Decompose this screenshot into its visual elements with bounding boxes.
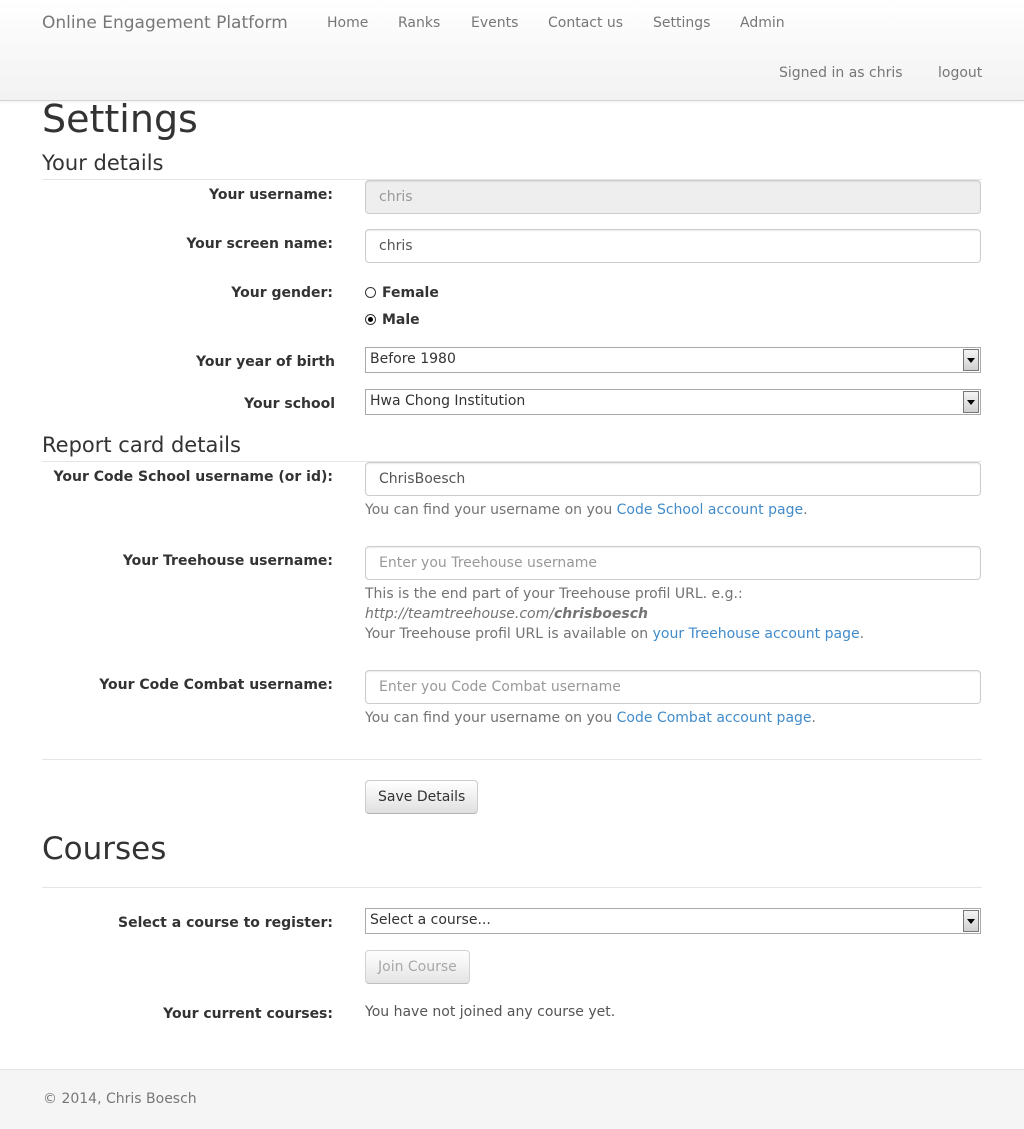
school-value: Hwa Chong Institution <box>370 393 526 409</box>
navbar: Online Engagement Platform Home Ranks Ev… <box>0 0 1024 101</box>
codecombat-help: You can find your username on you Code C… <box>365 708 816 728</box>
radio-male[interactable] <box>365 314 376 325</box>
nav-ranks[interactable]: Ranks <box>398 15 440 31</box>
gender-label: Your gender: <box>231 285 333 301</box>
year-of-birth-select[interactable]: Before 1980 <box>365 347 981 373</box>
courses-heading: Courses <box>42 831 167 867</box>
gender-option-female[interactable]: Female <box>365 285 439 301</box>
username-label: Your username: <box>208 187 333 203</box>
page-title: Settings <box>42 97 198 141</box>
report-card-heading: Report card details <box>42 433 241 457</box>
radio-female[interactable] <box>365 287 376 298</box>
footer: © 2014, Chris Boesch <box>0 1069 1024 1129</box>
help-text: You can find your username on you <box>365 710 617 726</box>
treehouse-help-url: http://teamtreehouse.com/chrisboesch <box>365 604 648 624</box>
codecombat-label: Your Code Combat username: <box>99 677 333 693</box>
treehouse-help-line3: Your Treehouse profil URL is available o… <box>365 624 864 644</box>
treehouse-url-base: http://teamtreehouse.com/ <box>365 606 554 622</box>
signed-in-text: Signed in as chris <box>779 65 903 81</box>
chevron-down-icon[interactable] <box>963 910 979 932</box>
save-details-button[interactable]: Save Details <box>365 780 479 814</box>
gender-female-label: Female <box>382 285 439 301</box>
username-input <box>365 180 981 214</box>
brand-link[interactable]: Online Engagement Platform <box>42 13 288 33</box>
codeschool-account-link[interactable]: Code School account page <box>617 502 803 518</box>
codeschool-label: Your Code School username (or id): <box>53 469 333 485</box>
course-select-label: Select a course to register: <box>118 915 333 931</box>
year-of-birth-value: Before 1980 <box>370 351 456 367</box>
help-text: . <box>859 626 865 642</box>
section-divider <box>42 887 982 888</box>
gender-option-male[interactable]: Male <box>365 312 420 328</box>
codeschool-help: You can find your username on you Code S… <box>365 500 808 520</box>
codeschool-input[interactable] <box>365 462 981 496</box>
course-select[interactable]: Select a course... <box>365 908 981 934</box>
gender-male-label: Male <box>382 312 420 328</box>
help-text: . <box>811 710 816 726</box>
chevron-down-icon[interactable] <box>963 349 979 371</box>
nav-contact[interactable]: Contact us <box>548 15 623 31</box>
treehouse-url-user: chrisboesch <box>553 606 649 622</box>
year-of-birth-label: Your year of birth <box>195 354 335 370</box>
help-text: You can find your username on you <box>365 502 617 518</box>
your-details-heading: Your details <box>42 151 164 175</box>
help-text: . <box>803 502 808 518</box>
treehouse-account-link[interactable]: your Treehouse account page <box>653 626 860 642</box>
course-select-value: Select a course... <box>370 912 491 928</box>
current-courses-value: You have not joined any course yet. <box>365 1004 616 1020</box>
codecombat-input[interactable] <box>365 670 981 704</box>
nav-events[interactable]: Events <box>471 15 518 31</box>
form-actions-divider <box>42 759 982 760</box>
school-label: Your school <box>244 396 335 412</box>
nav-admin[interactable]: Admin <box>740 15 785 31</box>
current-courses-label: Your current courses: <box>163 1006 333 1022</box>
treehouse-input[interactable] <box>365 546 981 580</box>
screen-name-input[interactable] <box>365 229 981 263</box>
chevron-down-icon[interactable] <box>963 391 979 413</box>
treehouse-help-line1: This is the end part of your Treehouse p… <box>365 586 743 602</box>
screen-name-label: Your screen name: <box>186 236 333 252</box>
footer-copyright: © 2014, Chris Boesch <box>43 1091 197 1107</box>
school-select[interactable]: Hwa Chong Institution <box>365 389 981 415</box>
join-course-button[interactable]: Join Course <box>365 950 470 984</box>
nav-settings[interactable]: Settings <box>653 15 710 31</box>
treehouse-label: Your Treehouse username: <box>122 553 333 569</box>
codecombat-account-link[interactable]: Code Combat account page <box>617 710 812 726</box>
help-text: Your Treehouse profil URL is available o… <box>365 626 653 642</box>
logout-link[interactable]: logout <box>938 65 982 81</box>
nav-home[interactable]: Home <box>327 15 368 31</box>
